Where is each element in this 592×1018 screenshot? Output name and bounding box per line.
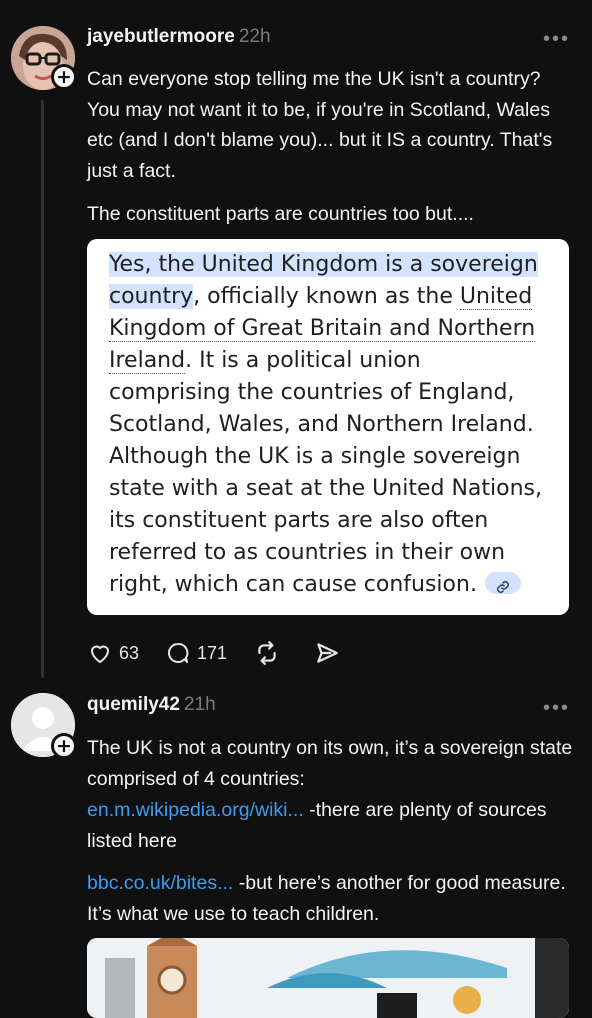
more-options-icon[interactable]: •••	[543, 28, 570, 51]
username-text[interactable]: jayebutlermoore	[87, 26, 235, 47]
quote-text: , officially known as the	[193, 284, 460, 309]
link-chip-icon	[484, 572, 521, 594]
bbc-link[interactable]: bbc.co.uk/bites...	[87, 872, 233, 894]
follow-plus-icon[interactable]: +	[51, 733, 77, 759]
reply-count: 171	[197, 642, 228, 663]
post-username[interactable]: jayebutlermoore 22h	[87, 26, 271, 48]
post-body-paragraph: Can everyone stop telling me the UK isn'…	[87, 68, 553, 182]
post-body-paragraph: en.m.wikipedia.org/wiki... -there are pl…	[87, 795, 577, 856]
thread-line	[41, 100, 44, 678]
wikipedia-link[interactable]: en.m.wikipedia.org/wiki...	[87, 799, 304, 821]
post-body-paragraph: bbc.co.uk/bites... -but here’s another f…	[87, 868, 577, 929]
share-button[interactable]	[313, 640, 347, 666]
repost-icon	[258, 641, 276, 665]
post-timestamp: 22h	[238, 26, 271, 47]
like-count: 63	[119, 642, 140, 663]
post-body-paragraph: The UK is not a country on its own, it’s…	[87, 737, 573, 790]
post-body-paragraph: The constituent parts are countries too …	[87, 203, 474, 225]
post-username[interactable]: quemily42 21h	[87, 694, 216, 716]
post-timestamp: 21h	[183, 694, 216, 715]
follow-plus-icon[interactable]: +	[51, 64, 77, 90]
post-actions: 63 171	[87, 636, 373, 670]
comment-bubble-icon	[168, 642, 189, 663]
more-options-icon[interactable]: •••	[543, 697, 570, 720]
reply-button[interactable]: 171	[165, 641, 227, 665]
quoted-screenshot-card[interactable]: Yes, the United Kingdom is a sovereign c…	[87, 239, 569, 615]
quote-text: . It is a political union comprising the…	[109, 348, 542, 597]
username-text[interactable]: quemily42	[87, 694, 180, 715]
like-button[interactable]: 63	[87, 641, 139, 665]
send-icon	[317, 643, 338, 663]
repost-button[interactable]	[253, 640, 287, 666]
heart-icon	[91, 645, 109, 663]
attached-image-preview[interactable]	[87, 938, 569, 1018]
